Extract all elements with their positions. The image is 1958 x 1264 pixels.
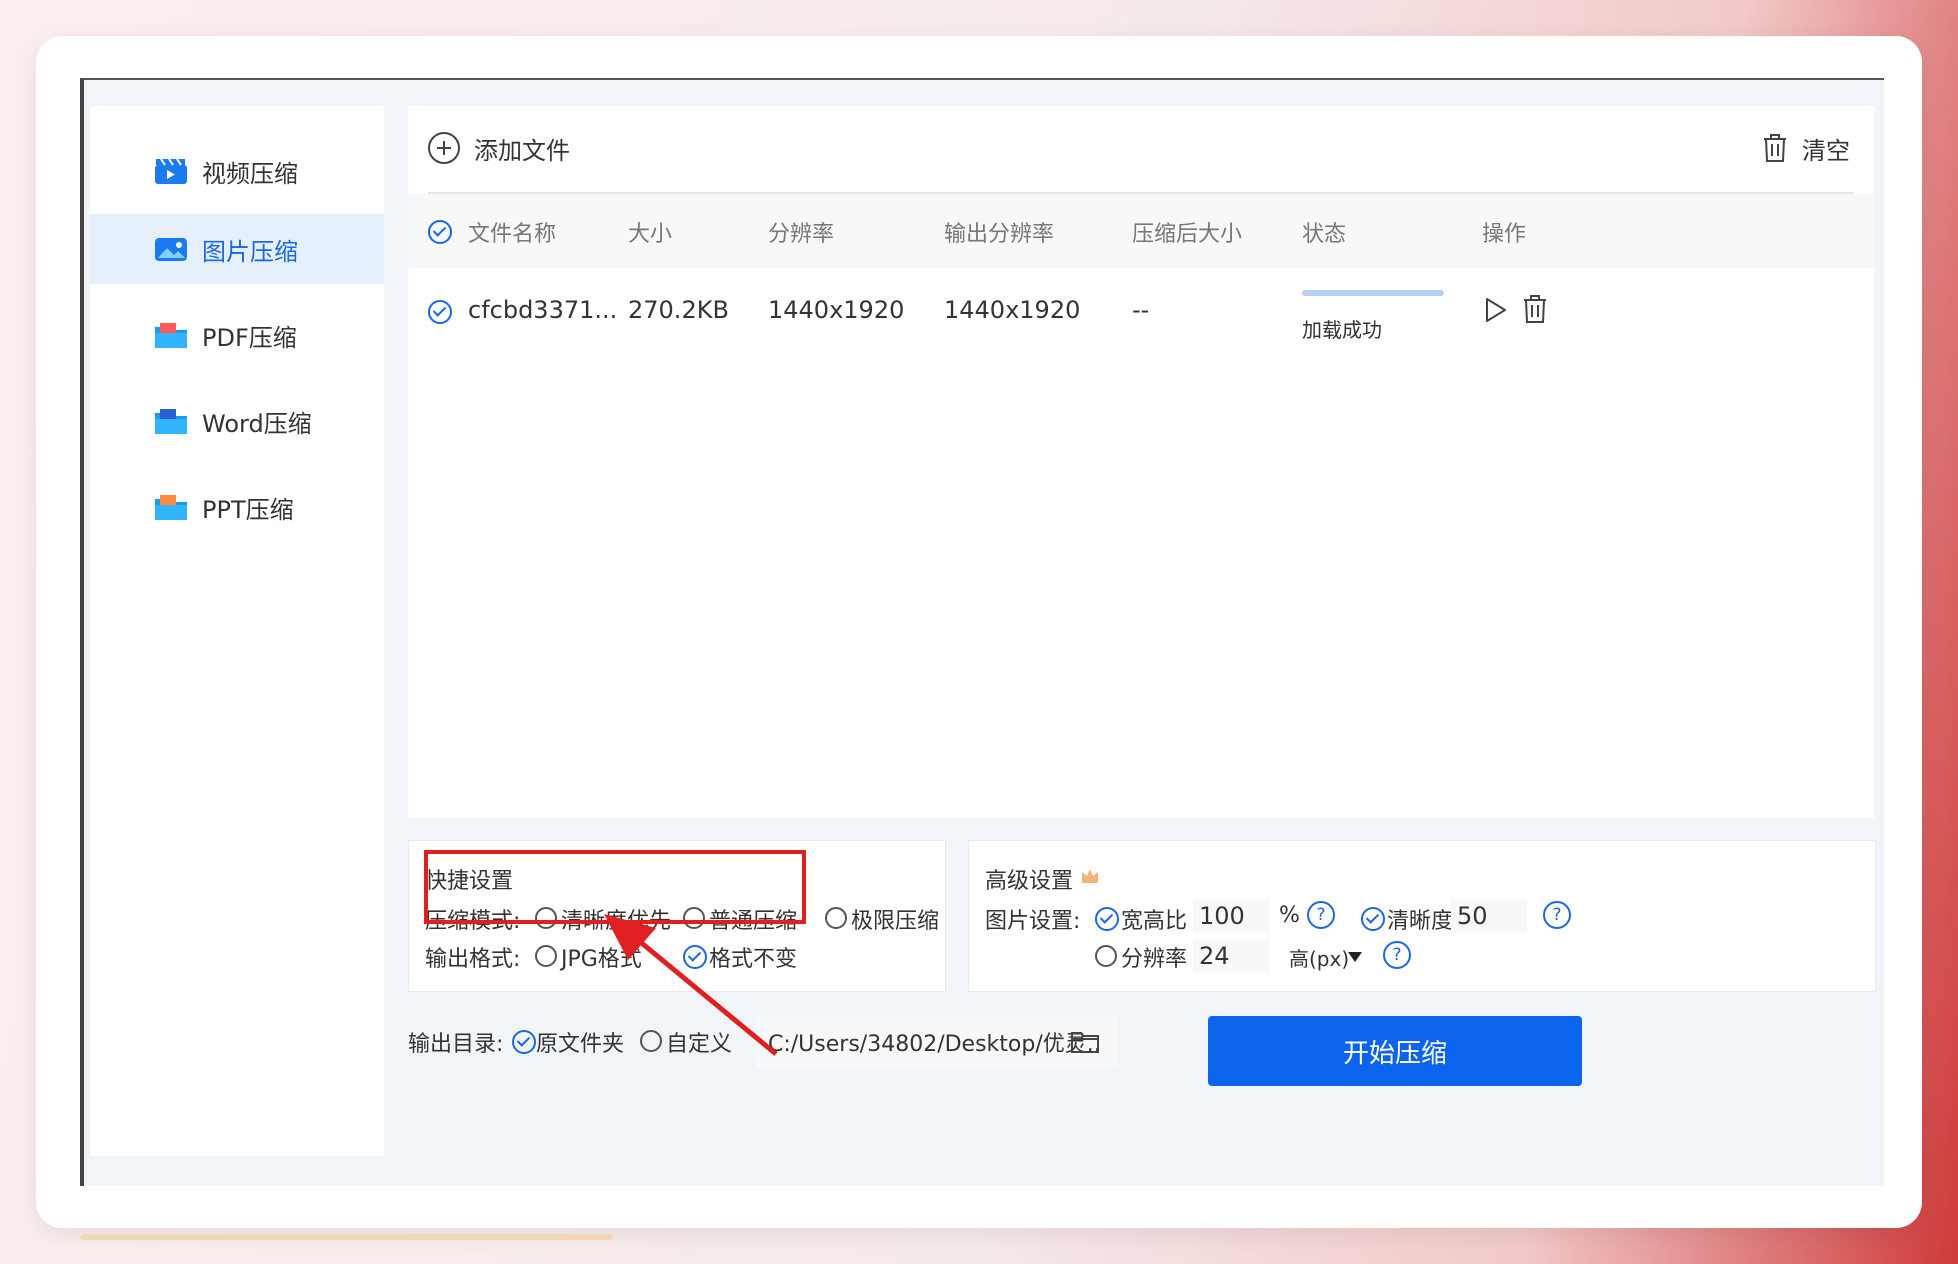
col-filename: 文件名称 [468,222,557,247]
resolution-label: 分辨率 [1121,947,1188,972]
cell-size: 270.2KB [628,296,729,324]
aspect-unit: % [1279,903,1300,928]
resolution-unit-select[interactable]: 高(px) [1289,943,1349,972]
video-clapper-icon [155,158,187,184]
word-folder-icon [155,409,187,434]
add-file-button[interactable]: 添加文件 [428,128,570,168]
advanced-settings: 高级设置 图片设置: 宽高比 100 % ? 清晰度 50 ? 分辨率 24 高… [968,840,1876,992]
sidebar-item-image[interactable]: 图片压缩 [90,214,384,284]
output-dir-label: 输出目录: [408,1032,504,1057]
aspect-help-icon[interactable]: ? [1307,901,1335,929]
clarity-checkbox[interactable] [1361,907,1385,931]
resolution-help-icon[interactable]: ? [1383,941,1411,969]
progress-bar [1302,290,1444,296]
mode-option-extreme[interactable]: 极限压缩 [851,903,939,935]
col-size: 大小 [628,222,673,247]
sidebar-item-label: 图片压缩 [202,237,298,266]
clear-button[interactable]: 清空 [1762,126,1850,170]
format-radio-jpg[interactable] [535,945,557,967]
table-row: cfcbd3371... 270.2KB 1440x1920 1440x1920… [408,276,1874,354]
clarity-help-icon[interactable]: ? [1543,901,1571,929]
col-output-resolution: 输出分辨率 [944,222,1055,247]
delete-row-icon[interactable] [1522,294,1548,324]
output-format-label: 输出格式: [425,947,521,972]
col-actions: 操作 [1482,222,1527,247]
sidebar-item-label: PPT压缩 [202,495,294,524]
file-panel: 添加文件 清空 文件名称 大小 分辨率 输出分辨率 压缩后大小 状态 操作 cf… [408,106,1874,818]
sidebar-item-video[interactable]: 视频压缩 [90,136,384,206]
sidebar-item-label: Word压缩 [202,409,312,438]
select-all-checkbox[interactable] [428,220,452,244]
progress-fill [1302,290,1444,296]
col-status: 状态 [1302,222,1347,247]
col-resolution: 分辨率 [768,222,835,247]
red-arrow-icon [604,914,778,1056]
folder-icon[interactable] [1070,1028,1100,1054]
crown-icon [1082,869,1098,883]
cell-status: 加载成功 [1302,318,1382,342]
cell-filename: cfcbd3371... [468,296,618,324]
aspect-checkbox[interactable] [1095,907,1119,931]
pdf-folder-icon [155,323,187,348]
plus-circle-icon [428,132,460,164]
sidebar-item-ppt[interactable]: PPT压缩 [90,472,384,542]
mode-radio-extreme[interactable] [825,907,847,929]
decorative-strip [80,1234,613,1240]
sidebar: 视频压缩 图片压缩 PDF压缩 Word压缩 PPT压缩 [90,106,384,1156]
file-toolbar: 添加文件 清空 [428,106,1854,194]
advanced-settings-title: 高级设置 [985,869,1074,894]
resolution-input[interactable]: 24 [1193,939,1269,973]
trash-icon [1764,134,1786,162]
clear-label: 清空 [1802,136,1850,165]
output-radio-original[interactable] [512,1030,536,1054]
dropdown-arrow-icon[interactable] [1347,951,1363,963]
ppt-folder-icon [155,495,187,520]
play-icon[interactable] [1484,296,1508,324]
cell-resolution: 1440x1920 [768,296,905,324]
add-file-label: 添加文件 [474,136,570,165]
output-path-text: C:/Users/34802/Desktop/优灵.. [768,1032,1101,1057]
image-icon [155,238,187,261]
cell-output-resolution: 1440x1920 [944,296,1081,324]
sidebar-item-word[interactable]: Word压缩 [90,386,384,456]
aspect-label: 宽高比 [1121,909,1188,934]
app-window: 视频压缩 图片压缩 PDF压缩 Word压缩 PPT压缩 添加文件 清空 文件名… [80,78,1884,1186]
clarity-label: 清晰度 [1387,909,1454,934]
table-header: 文件名称 大小 分辨率 输出分辨率 压缩后大小 状态 操作 [408,194,1874,268]
cell-compressed-size: -- [1132,296,1150,324]
start-compress-button[interactable]: 开始压缩 [1208,1016,1582,1086]
row-checkbox[interactable] [428,300,452,324]
resolution-radio[interactable] [1095,945,1117,967]
sidebar-item-label: 视频压缩 [202,159,298,188]
aspect-input[interactable]: 100 [1193,899,1269,933]
image-settings-label: 图片设置: [985,909,1081,934]
col-compressed-size: 压缩后大小 [1132,222,1243,247]
clarity-input[interactable]: 50 [1451,899,1527,933]
sidebar-item-label: PDF压缩 [202,323,297,352]
sidebar-item-pdf[interactable]: PDF压缩 [90,300,384,370]
